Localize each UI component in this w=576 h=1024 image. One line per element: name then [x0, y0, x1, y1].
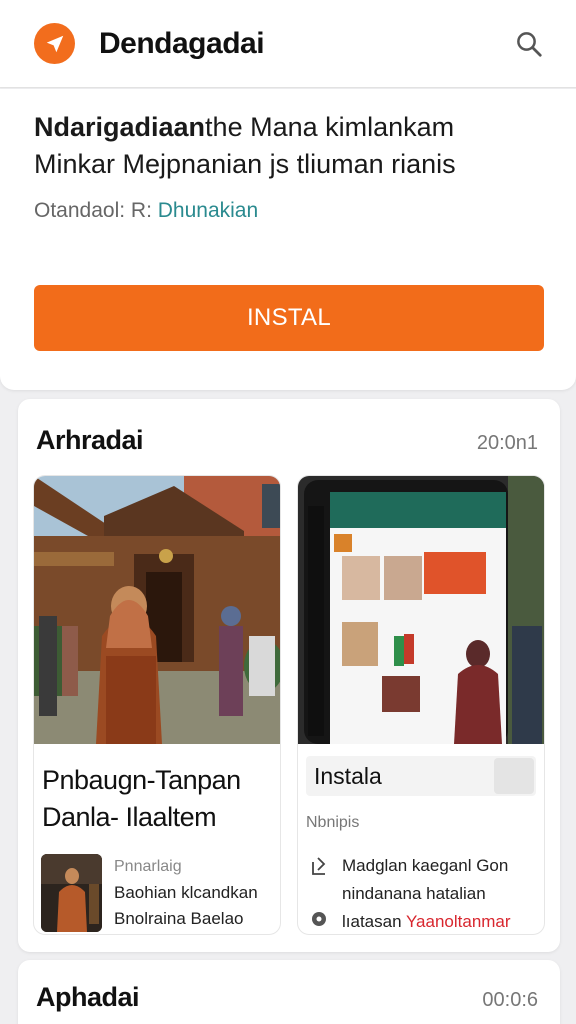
card-image-traditional-house	[34, 476, 280, 744]
card-sub-item[interactable]: Pnnarlaig Baohian klcandkan Bnolraina Ba…	[34, 836, 280, 932]
install-chip[interactable]: Instala	[306, 756, 536, 796]
content-card[interactable]: Pnbaugn-Tanpan Danla- Ilaaltem Pnnarlaig…	[33, 475, 281, 935]
info-line-prefix: lıatasan	[342, 912, 402, 931]
sub-item-line: Bnolraina Baelao	[114, 909, 244, 928]
share-icon[interactable]	[310, 856, 328, 881]
card-title: Pnbaugn-Tanpan Danla- Ilaaltem	[42, 765, 241, 832]
chip-label: Instala	[314, 762, 382, 789]
card-image-phone-screenshot	[298, 476, 544, 744]
app-description: Ndarigadiaanthe Mana kimlankam Minkar Me…	[34, 109, 542, 183]
info-line: lıatasan Yaanoltanmar	[342, 908, 511, 934]
content-section: Arhradai 20:0n1 Pnbaugn-Tanpan Danla- Il…	[18, 399, 560, 952]
section-title: Arhradai	[36, 425, 144, 455]
top-app-bar: Dendagadai	[0, 0, 576, 88]
thumbnail-image	[41, 854, 102, 932]
card-caption: Nbnipis	[306, 814, 360, 831]
section-timestamp: 20:0n1	[476, 432, 538, 454]
sub-item-caption: Pnnarlaig	[114, 858, 182, 875]
content-card[interactable]: Instala Nbnipis Madglan kaeganl Gon nind…	[297, 475, 545, 935]
developer-meta: Otandaol: R: Dhunakian	[34, 199, 542, 223]
highlight-link[interactable]: Yaanoltanmar	[406, 912, 511, 931]
navigation-arrow-icon	[34, 23, 75, 64]
search-icon[interactable]	[512, 27, 546, 61]
section-title: Aphadai	[36, 982, 140, 1012]
section-timestamp: 00:0:6	[482, 989, 538, 1011]
sub-item-line: Baohian klcandkan	[114, 883, 258, 902]
app-promo-card: Ndarigadiaanthe Mana kimlankam Minkar Me…	[0, 89, 576, 390]
chip-placeholder	[494, 758, 534, 794]
developer-label: Otandaol: R:	[34, 199, 152, 222]
install-button[interactable]: INSTAL	[34, 285, 544, 351]
app-title: Dendagadai	[99, 26, 265, 60]
info-line: Madglan kaeganl Gon	[342, 856, 509, 875]
info-line: nindanana hatalian	[342, 884, 486, 903]
developer-link[interactable]: Dhunakian	[158, 199, 258, 222]
description-lead: Ndarigadiaan	[34, 112, 206, 142]
info-icon[interactable]	[311, 911, 327, 932]
content-section: Aphadai 00:0:6	[18, 960, 560, 1024]
